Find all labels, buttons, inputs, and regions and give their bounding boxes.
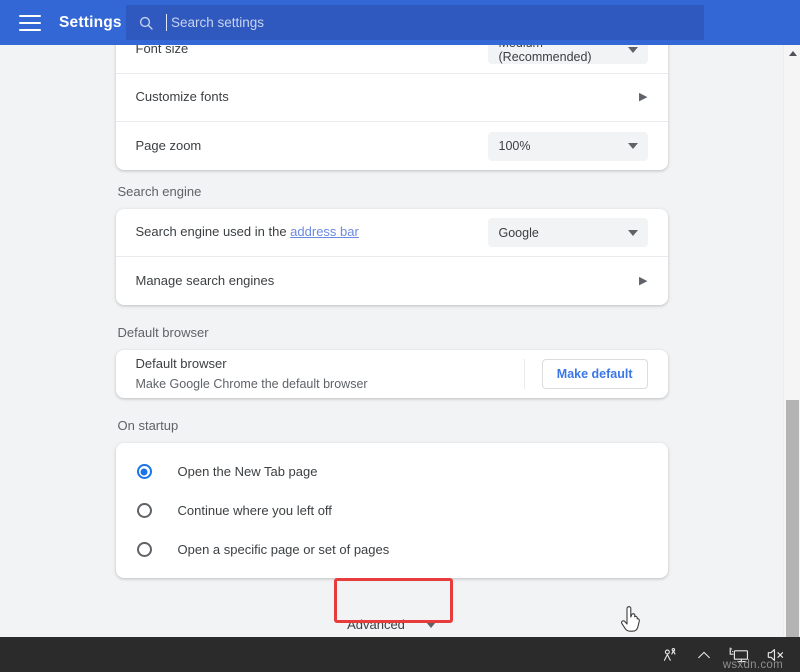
settings-inner: Font size Medium (Recommended) Customize… xyxy=(0,45,783,637)
radio-open-specific-page[interactable]: Open a specific page or set of pages xyxy=(116,530,668,569)
search-engine-section-title: Search engine xyxy=(116,170,668,209)
chevron-right-icon: ▶ xyxy=(639,276,647,287)
chevron-down-icon xyxy=(426,622,436,628)
page-zoom-select[interactable]: 100% xyxy=(488,132,648,161)
search-engine-select[interactable]: Google xyxy=(488,218,648,247)
chevron-up-icon[interactable] xyxy=(696,647,712,663)
people-share-icon[interactable] xyxy=(661,646,679,664)
advanced-button-label: Advanced xyxy=(347,617,405,632)
radio-button-icon[interactable] xyxy=(137,542,152,557)
appearance-card: Font size Medium (Recommended) Customize… xyxy=(116,45,668,170)
system-tray xyxy=(661,646,786,664)
speaker-muted-icon[interactable] xyxy=(766,646,786,664)
on-startup-card: Open the New Tab page Continue where you… xyxy=(116,443,668,578)
row-manage-search-engines[interactable]: Manage search engines ▶ xyxy=(116,257,668,305)
chevron-down-icon xyxy=(628,230,638,236)
search-engine-card: Search engine used in the address bar Go… xyxy=(116,209,668,305)
scrollbar-thumb[interactable] xyxy=(786,400,799,637)
radio-continue-where-left-off[interactable]: Continue where you left off xyxy=(116,491,668,530)
on-startup-section-title: On startup xyxy=(116,398,668,443)
row-font-size-label: Font size xyxy=(136,45,488,59)
advanced-section: Advanced xyxy=(116,578,668,637)
row-search-engine-used-label: Search engine used in the address bar xyxy=(136,223,488,241)
scroll-up-arrow-icon[interactable] xyxy=(784,45,800,62)
default-browser-card: Default browser Make Google Chrome the d… xyxy=(116,350,668,398)
address-bar-link[interactable]: address bar xyxy=(290,224,359,239)
settings-content-scroll-area: Font size Medium (Recommended) Customize… xyxy=(0,45,783,637)
row-search-engine-used[interactable]: Search engine used in the address bar Go… xyxy=(116,209,668,257)
font-size-select-value: Medium (Recommended) xyxy=(499,45,628,64)
font-size-select[interactable]: Medium (Recommended) xyxy=(488,45,648,64)
advanced-expand-button[interactable]: Advanced xyxy=(326,605,457,637)
row-default-browser-label: Default browser xyxy=(136,355,524,373)
row-font-size[interactable]: Font size Medium (Recommended) xyxy=(116,45,668,74)
row-default-browser: Default browser Make Google Chrome the d… xyxy=(116,350,668,398)
radio-open-specific-page-label: Open a specific page or set of pages xyxy=(178,542,390,557)
windows-taskbar: wsxdn.com xyxy=(0,637,800,672)
radio-button-selected-icon[interactable] xyxy=(137,464,152,479)
chevron-right-icon: ▶ xyxy=(639,92,647,103)
row-default-browser-sublabel: Make Google Chrome the default browser xyxy=(136,376,524,394)
row-search-engine-used-label-prefix: Search engine used in the xyxy=(136,224,291,239)
radio-continue-where-left-off-label: Continue where you left off xyxy=(178,503,332,518)
search-engine-select-value: Google xyxy=(499,226,539,240)
hamburger-menu-icon[interactable] xyxy=(19,15,41,31)
row-page-zoom[interactable]: Page zoom 100% xyxy=(116,122,668,170)
search-settings-field[interactable]: Search settings xyxy=(126,5,704,40)
browser-settings-window: Settings Search settings Font size Mediu… xyxy=(0,0,800,672)
divider xyxy=(524,359,525,389)
row-manage-search-engines-label: Manage search engines xyxy=(136,272,640,290)
display-network-icon[interactable] xyxy=(729,646,749,664)
row-page-zoom-label: Page zoom xyxy=(136,137,488,155)
search-icon xyxy=(138,15,154,31)
chevron-down-icon xyxy=(628,47,638,53)
radio-open-new-tab-page[interactable]: Open the New Tab page xyxy=(116,452,668,491)
scrollbar-track[interactable] xyxy=(784,62,800,400)
search-placeholder-text: Search settings xyxy=(171,15,264,30)
page-zoom-select-value: 100% xyxy=(499,139,531,153)
row-customize-fonts[interactable]: Customize fonts ▶ xyxy=(116,74,668,122)
search-text-caret xyxy=(166,14,167,31)
make-default-button[interactable]: Make default xyxy=(542,359,648,389)
page-title: Settings xyxy=(59,14,122,32)
settings-header-bar: Settings Search settings xyxy=(0,0,800,45)
radio-open-new-tab-page-label: Open the New Tab page xyxy=(178,464,318,479)
chevron-down-icon xyxy=(628,143,638,149)
radio-button-icon[interactable] xyxy=(137,503,152,518)
page-scrollbar[interactable] xyxy=(783,45,800,637)
row-customize-fonts-label: Customize fonts xyxy=(136,88,640,106)
row-default-browser-text: Default browser Make Google Chrome the d… xyxy=(136,355,524,394)
default-browser-section-title: Default browser xyxy=(116,305,668,350)
